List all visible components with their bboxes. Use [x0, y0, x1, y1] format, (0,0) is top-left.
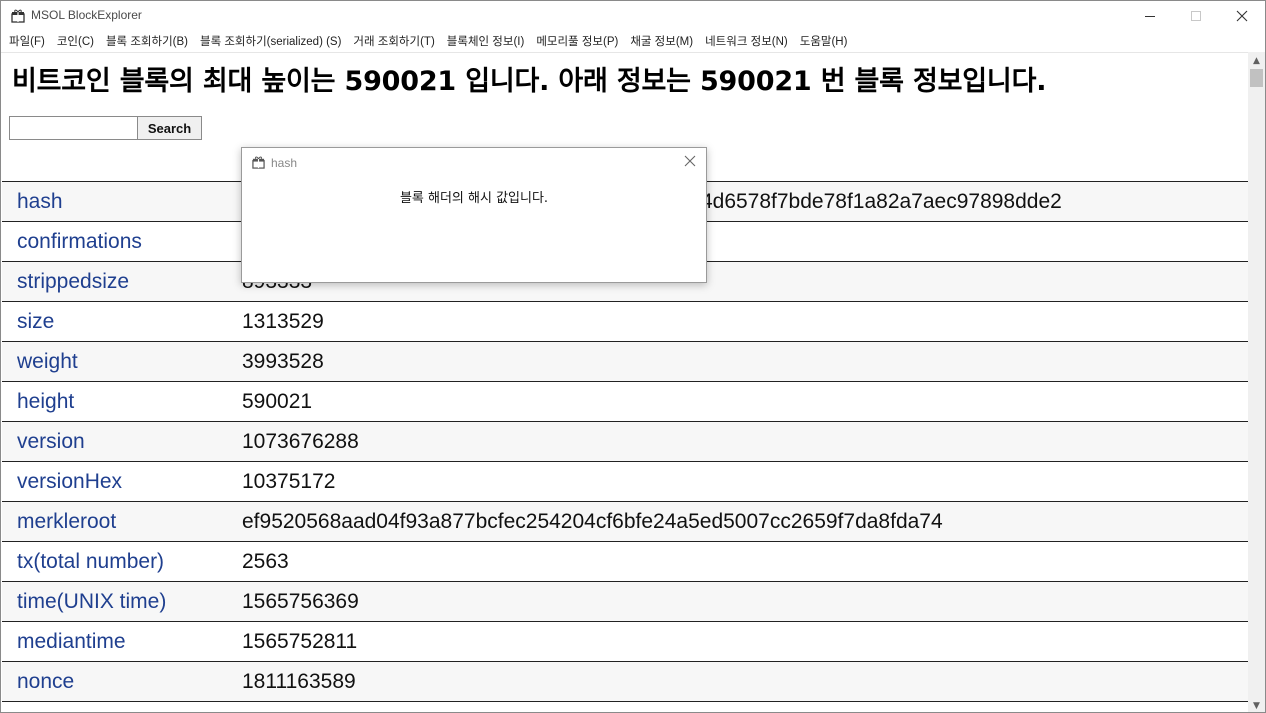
- table-row[interactable]: tx(total number) 2563: [2, 541, 1249, 581]
- menu-coin[interactable]: 코인(C): [51, 31, 100, 51]
- app-window: MSOL BlockExplorer 파일(F) 코인(C) 블록 조회하기(B…: [0, 0, 1266, 713]
- menu-tx-lookup[interactable]: 거래 조회하기(T): [347, 31, 440, 51]
- gift-icon: [11, 9, 25, 23]
- row-key: merkleroot: [17, 509, 117, 533]
- table-row[interactable]: size 1313529: [2, 301, 1249, 341]
- window-title: MSOL BlockExplorer: [31, 8, 142, 22]
- scrollbar-thumb[interactable]: [1250, 69, 1263, 87]
- table-row[interactable]: weight 3993528: [2, 341, 1249, 381]
- table-row[interactable]: versionHex 10375172: [2, 461, 1249, 501]
- menu-mining-info[interactable]: 채굴 정보(M): [624, 31, 699, 51]
- maximize-button[interactable]: [1173, 1, 1219, 31]
- row-key: versionHex: [17, 469, 123, 493]
- row-key: tx(total number): [17, 549, 165, 573]
- vertical-scrollbar[interactable]: ▲ ▼: [1248, 52, 1265, 712]
- row-value: 2563: [242, 549, 289, 573]
- table-row[interactable]: merkleroot ef9520568aad04f93a877bcfec2542…: [2, 501, 1249, 541]
- close-icon[interactable]: [683, 154, 697, 168]
- table-row[interactable]: mediantime 1565752811: [2, 621, 1249, 661]
- close-icon: [1236, 10, 1248, 22]
- close-button[interactable]: [1219, 1, 1265, 31]
- row-value: 1565756369: [242, 589, 359, 613]
- row-key: weight: [17, 349, 78, 373]
- menu-mempool-info[interactable]: 메모리풀 정보(P): [530, 31, 624, 51]
- row-key: mediantime: [17, 629, 126, 653]
- chevron-up-icon: ▲: [1253, 55, 1260, 66]
- minimize-icon: [1144, 15, 1155, 17]
- menu-help[interactable]: 도움말(H): [794, 31, 854, 51]
- row-value: ef9520568aad04f93a877bcfec254204cf6bfe24…: [242, 509, 943, 533]
- row-key: size: [17, 309, 55, 333]
- menu-blockchain-info[interactable]: 블록체인 정보(I): [441, 31, 531, 51]
- row-value: 10375172: [242, 710, 335, 713]
- table-row[interactable]: nonce 1811163589: [2, 661, 1249, 701]
- gift-icon: [252, 156, 265, 169]
- table-row[interactable]: height 590021: [2, 381, 1249, 421]
- title-bar[interactable]: MSOL BlockExplorer: [1, 1, 1265, 31]
- menu-block-lookup-serialized[interactable]: 블록 조회하기(serialized) (S): [194, 31, 347, 51]
- row-value: 590021: [242, 389, 313, 413]
- menu-bar: 파일(F) 코인(C) 블록 조회하기(B) 블록 조회하기(serialize…: [1, 31, 1265, 51]
- menu-file[interactable]: 파일(F): [3, 31, 51, 51]
- table-row[interactable]: time(UNIX time) 1565756369: [2, 581, 1249, 621]
- chevron-down-icon: ▼: [1253, 700, 1260, 711]
- menu-block-lookup[interactable]: 블록 조회하기(B): [100, 31, 194, 51]
- table-row[interactable]: bits10375172: [2, 701, 1249, 713]
- minimize-button[interactable]: [1127, 1, 1173, 31]
- row-key: height: [17, 389, 75, 413]
- table-row[interactable]: version 1073676288: [2, 421, 1249, 461]
- scroll-down-button[interactable]: ▼: [1248, 697, 1265, 712]
- row-value: 10375172: [242, 469, 336, 493]
- row-key: version: [17, 429, 85, 453]
- page-title: 비트코인 블록의 최대 높이는 590021 입니다. 아래 정보는 59002…: [12, 66, 1047, 97]
- row-key: bits: [2, 710, 242, 713]
- row-key: strippedsize: [17, 269, 130, 293]
- maximize-icon: [1190, 10, 1201, 21]
- dialog-message: 블록 해더의 해시 값입니다.: [399, 191, 549, 206]
- hash-tooltip-dialog: hash 블록 해더의 해시 값입니다.: [241, 147, 707, 283]
- scroll-up-button[interactable]: ▲: [1248, 52, 1265, 69]
- search-input[interactable]: [9, 116, 138, 140]
- row-key: nonce: [17, 669, 75, 693]
- search-button[interactable]: Search: [137, 116, 202, 140]
- row-key: time(UNIX time): [17, 589, 167, 613]
- menu-network-info[interactable]: 네트워크 정보(N): [699, 31, 794, 51]
- row-key: hash: [17, 189, 63, 213]
- row-value: 1313529: [242, 309, 324, 333]
- row-value: 1565752811: [242, 629, 358, 653]
- row-value: 3993528: [242, 349, 324, 373]
- row-value: 1811163589: [242, 669, 356, 693]
- dialog-title: hash: [271, 156, 298, 170]
- row-key: confirmations: [17, 229, 142, 253]
- row-value: 1073676288: [242, 429, 359, 453]
